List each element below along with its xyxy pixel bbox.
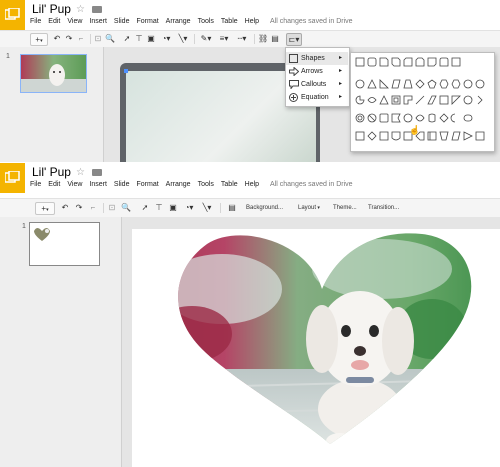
arrow-icon (289, 67, 299, 76)
menu-format[interactable]: Format (136, 181, 158, 188)
menu-help[interactable]: Help (245, 181, 259, 188)
folder-icon[interactable] (92, 6, 102, 13)
line-weight-icon[interactable]: ≡▾ (216, 33, 232, 44)
line-dash-icon[interactable]: ┄▾ (234, 33, 250, 44)
menu-file[interactable]: File (30, 181, 41, 188)
toolbar: +▾ ↶ ↷ ⌐ ⊡ 🔍 ➚ ⊤ ▣ ◔▾ ╲▾ ▤ Background...… (0, 198, 500, 218)
save-status: All changes saved in Drive (270, 18, 353, 25)
select-cursor-icon[interactable]: ➚ (122, 33, 132, 44)
menu-item-callouts[interactable]: Callouts ▸ (286, 78, 348, 91)
menu-bar: File Edit View Insert Slide Format Arrange Tool… (30, 18, 360, 25)
square-icon (289, 54, 298, 63)
menu-view[interactable]: View (67, 18, 82, 25)
window-top: Lil' Pup ☆ File Edit View Insert Slide Format… (0, 0, 500, 162)
line-icon[interactable]: ╲▾ (176, 33, 190, 44)
menu-item-equation[interactable]: Equation ▸ (286, 91, 348, 104)
window-bottom: Lil' Pup ☆ File Edit View Insert Slide Format… (0, 163, 500, 467)
zoom-fit-icon[interactable]: ⊡ (107, 202, 117, 213)
slide (132, 229, 500, 467)
divider (254, 34, 255, 44)
menu-edit[interactable]: Edit (48, 18, 60, 25)
line-icon[interactable]: ╲▾ (199, 202, 215, 213)
crop-mask-icon[interactable]: ⊏▾ (286, 33, 302, 46)
star-icon[interactable]: ☆ (76, 167, 85, 178)
menu-format[interactable]: Format (136, 18, 158, 25)
plus-circle-icon (289, 93, 298, 102)
shape-icon[interactable]: ◔▾ (181, 202, 197, 213)
image-icon[interactable]: ▣ (146, 33, 156, 44)
menu-slide[interactable]: Slide (114, 18, 130, 25)
text-box-icon[interactable]: ⊤ (134, 33, 144, 44)
new-slide-button[interactable]: +▾ (30, 33, 48, 46)
shapes-palette[interactable] (351, 53, 494, 151)
zoom-icon[interactable]: 🔍 (121, 202, 131, 213)
menu-bar: File Edit View Insert Slide Format Arrange Tool… (30, 181, 360, 188)
filmstrip: 1 (0, 217, 122, 467)
comment-icon[interactable]: ▤ (226, 202, 238, 213)
comment-icon[interactable]: ▤ (270, 33, 280, 44)
menu-help[interactable]: Help (245, 18, 259, 25)
menu-insert[interactable]: Insert (89, 18, 107, 25)
undo-icon[interactable]: ↶ (52, 33, 62, 44)
shapes-grid: ☝ (350, 52, 495, 152)
shape-type-menu: Shapes ▸ Arrows ▸ Callouts ▸ Equation ▸ (285, 47, 350, 107)
slide-thumbnail[interactable] (29, 222, 100, 266)
paint-format-icon[interactable]: ⌐ (88, 202, 98, 213)
menu-tools[interactable]: Tools (198, 181, 214, 188)
slides-logo-icon[interactable] (0, 0, 25, 30)
menu-edit[interactable]: Edit (48, 181, 60, 188)
editor-canvas (122, 217, 500, 467)
divider (194, 34, 195, 44)
menu-slide[interactable]: Slide (114, 181, 130, 188)
heart-masked-image[interactable] (132, 229, 500, 467)
slide-thumbnail[interactable] (20, 54, 87, 93)
menu-arrange[interactable]: Arrange (166, 181, 191, 188)
divider (90, 34, 91, 44)
menu-file[interactable]: File (30, 18, 41, 25)
redo-icon[interactable]: ↷ (64, 33, 74, 44)
doc-title[interactable]: Lil' Pup (32, 2, 71, 16)
star-icon[interactable]: ☆ (76, 4, 85, 15)
background-button[interactable]: Background... (246, 203, 283, 214)
mouse-cursor-icon: ☝ (409, 125, 421, 135)
folder-icon[interactable] (92, 169, 102, 176)
filmstrip: 1 (0, 47, 104, 162)
undo-icon[interactable]: ↶ (60, 202, 70, 213)
redo-icon[interactable]: ↷ (74, 202, 84, 213)
save-status: All changes saved in Drive (270, 181, 353, 188)
shape-icon[interactable]: ◔▾ (158, 33, 174, 44)
layout-button[interactable]: Layout ▾ (298, 203, 320, 214)
menu-item-arrows[interactable]: Arrows ▸ (286, 65, 348, 78)
divider (103, 203, 104, 213)
menu-arrange[interactable]: Arrange (166, 18, 191, 25)
transition-button[interactable]: Transition... (368, 203, 399, 214)
slide-number: 1 (22, 223, 26, 230)
menu-tools[interactable]: Tools (198, 18, 214, 25)
line-color-icon[interactable]: ✎▾ (198, 33, 214, 44)
menu-view[interactable]: View (67, 181, 82, 188)
link-icon[interactable]: ⛓ (258, 33, 268, 44)
new-slide-button[interactable]: +▾ (35, 202, 55, 215)
doc-title[interactable]: Lil' Pup (32, 165, 71, 179)
paint-format-icon[interactable]: ⌐ (76, 33, 86, 44)
image-icon[interactable]: ▣ (168, 202, 178, 213)
zoom-fit-icon[interactable]: ⊡ (93, 33, 103, 44)
menu-table[interactable]: Table (221, 181, 238, 188)
menu-insert[interactable]: Insert (89, 181, 107, 188)
selection-handle[interactable] (124, 69, 128, 73)
zoom-icon[interactable]: 🔍 (105, 33, 115, 44)
menu-table[interactable]: Table (221, 18, 238, 25)
callout-icon (289, 80, 299, 89)
text-box-icon[interactable]: ⊤ (154, 202, 164, 213)
slides-logo-icon[interactable] (0, 163, 25, 193)
menu-item-shapes[interactable]: Shapes ▸ (286, 52, 348, 65)
slide-number: 1 (6, 53, 10, 60)
toolbar: +▾ ↶ ↷ ⌐ ⊡ 🔍 ➚ ⊤ ▣ ◔▾ ╲▾ ✎▾ ≡▾ ┄▾ ⛓ ▤ ⊏▾ (0, 30, 500, 48)
divider (220, 203, 221, 213)
select-cursor-icon[interactable]: ➚ (140, 202, 150, 213)
theme-button[interactable]: Theme... (333, 203, 357, 214)
